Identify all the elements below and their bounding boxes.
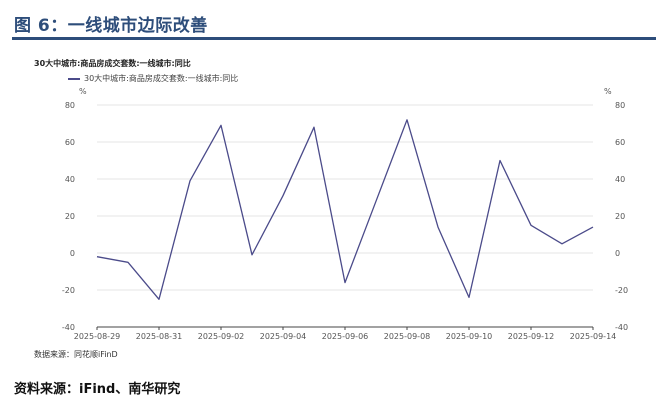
series-group: [96, 119, 594, 300]
chart-source: 数据来源：同花顺iFinD: [34, 350, 118, 359]
y-tick-label-right: -20: [615, 286, 628, 295]
y-tick-label-right: 20: [615, 212, 625, 221]
y-tick-label-left: 20: [65, 212, 75, 221]
series-line: [96, 119, 594, 300]
figure-source-note: 资料来源：iFind、南华研究: [14, 382, 181, 397]
y-tick-label-right: 40: [615, 175, 625, 184]
x-tick-label: 2025-09-06: [322, 332, 369, 341]
x-tick-label: 2025-09-04: [260, 332, 307, 341]
line-chart: -40 -20 0 20 40 60 80 -40 -20 0 20 40 60 80 2025-08-…: [62, 87, 628, 341]
x-tick-label: 2025-09-10: [446, 332, 493, 341]
y-tick-label-left: 60: [65, 138, 75, 147]
y-tick-label-left: -40: [62, 323, 75, 332]
y-tick-label-right: 0: [615, 249, 620, 258]
x-tick-label: 2025-08-29: [74, 332, 121, 341]
y-tick-label-left: -20: [62, 286, 75, 295]
x-tick-label: 2025-08-31: [136, 332, 183, 341]
x-tick-label: 2025-09-02: [198, 332, 245, 341]
y-tick-label-right: 60: [615, 138, 625, 147]
y-tick-label-right: -40: [615, 323, 628, 332]
y-unit-left: %: [79, 87, 87, 96]
grid-lines: [97, 104, 593, 291]
y-unit-right: %: [604, 87, 612, 96]
y-tick-label-left: 40: [65, 175, 75, 184]
x-tick-label: 2025-09-14: [570, 332, 617, 341]
x-tick-label: 2025-09-08: [384, 332, 431, 341]
x-axis-ticks: 2025-08-29 2025-08-31 2025-09-02 2025-09-04…: [74, 327, 617, 341]
y-axis-right-ticks: -40 -20 0 20 40 60 80: [615, 101, 628, 332]
y-axis-left-ticks: -40 -20 0 20 40 60 80: [62, 101, 75, 332]
y-tick-label-left: 80: [65, 101, 75, 110]
x-tick-label: 2025-09-12: [508, 332, 555, 341]
y-tick-label-left: 0: [70, 249, 75, 258]
y-tick-label-right: 80: [615, 101, 625, 110]
